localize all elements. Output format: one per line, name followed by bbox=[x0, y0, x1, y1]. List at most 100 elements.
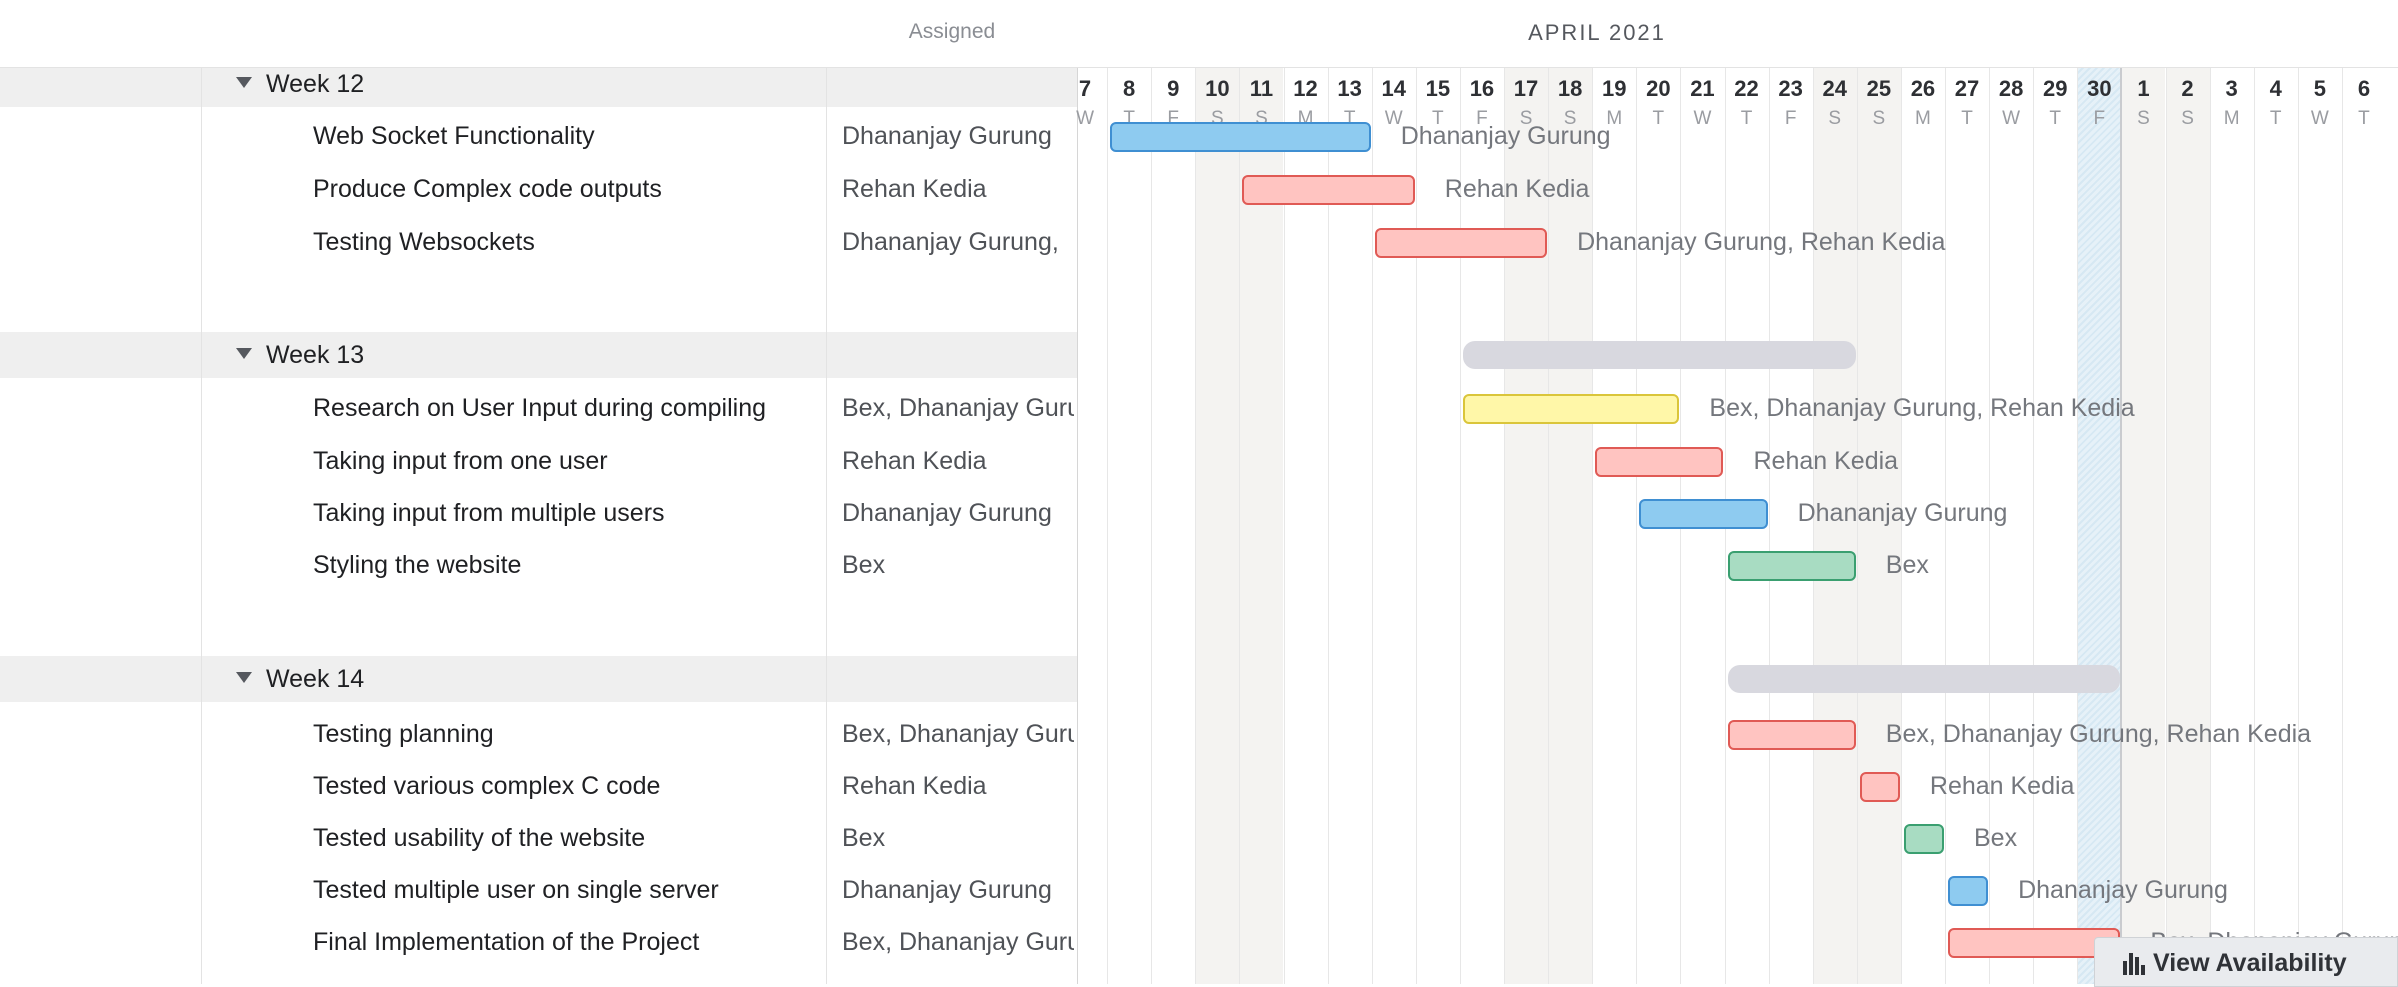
day-number: 1 bbox=[2137, 76, 2150, 101]
task-name[interactable]: Tested usability of the website bbox=[313, 824, 645, 853]
task-assignees[interactable]: Dhananjay Gurung bbox=[842, 499, 1074, 528]
task-bar[interactable] bbox=[1110, 122, 1371, 152]
day-number: 27 bbox=[1954, 76, 1980, 101]
day-weekday: T bbox=[2358, 108, 2370, 129]
task-bar[interactable] bbox=[1948, 876, 1989, 906]
day-number: 9 bbox=[1167, 76, 1180, 101]
task-name[interactable]: Testing Websockets bbox=[313, 228, 535, 257]
day-number: 25 bbox=[1866, 76, 1892, 101]
day-weekday: W bbox=[2002, 108, 2021, 129]
task-name[interactable]: Taking input from multiple users bbox=[313, 499, 665, 528]
day-weekday: T bbox=[1652, 108, 1665, 129]
task-name[interactable]: Taking input from one user bbox=[313, 447, 608, 476]
task-bar[interactable] bbox=[1727, 720, 1856, 750]
task-name[interactable]: Web Socket Functionality bbox=[313, 122, 595, 151]
group-row[interactable]: Week 14 bbox=[0, 656, 1077, 702]
assigned-column-header[interactable]: Assigned bbox=[826, 20, 1078, 44]
indent-divider bbox=[201, 0, 202, 984]
day-column bbox=[1415, 67, 1460, 984]
day-number: 8 bbox=[1123, 76, 1136, 101]
day-number: 28 bbox=[1998, 76, 2024, 101]
day-number: 11 bbox=[1249, 76, 1274, 101]
task-assignees[interactable]: Dhananjay Gurung bbox=[842, 876, 1074, 905]
task-name[interactable]: Testing planning bbox=[313, 720, 494, 749]
task-assignees[interactable]: Dhananjay Gurung, bbox=[842, 228, 1074, 257]
day-column bbox=[2297, 67, 2342, 984]
task-name[interactable]: Final Implementation of the Project bbox=[313, 928, 699, 957]
task-bar[interactable] bbox=[1859, 772, 1900, 802]
task-assignees[interactable]: Rehan Kedia bbox=[842, 772, 1074, 801]
day-number: 3 bbox=[2225, 76, 2238, 101]
task-assignees[interactable]: Dhananjay Gurung bbox=[842, 122, 1074, 151]
day-column bbox=[2253, 67, 2298, 984]
day-weekday: M bbox=[1915, 108, 1931, 129]
day-column bbox=[2341, 67, 2386, 984]
task-bar[interactable] bbox=[1242, 175, 1415, 205]
day-weekday: W bbox=[1693, 108, 1712, 129]
day-weekday: T bbox=[1961, 108, 1973, 129]
day-weekday: F bbox=[1784, 108, 1797, 129]
day-number: 19 bbox=[1601, 76, 1627, 101]
task-assignees[interactable]: Bex, Dhananjay Gurung, Rehan Kedia bbox=[842, 928, 1074, 957]
task-name[interactable]: Tested multiple user on single server bbox=[313, 876, 719, 905]
day-number: 6 bbox=[2357, 76, 2371, 101]
group-label: Week 12 bbox=[266, 70, 365, 98]
day-weekday: T bbox=[2049, 108, 2062, 129]
task-list-pane: Week 12 Web Socket Functionality Dhananjay… bbox=[0, 0, 1077, 984]
collapse-triangle-icon[interactable] bbox=[236, 672, 252, 683]
task-assignees[interactable]: Bex bbox=[842, 824, 1074, 853]
task-bar[interactable] bbox=[1727, 551, 1856, 581]
day-number: 7 bbox=[1078, 76, 1092, 101]
day-number: 5 bbox=[2313, 76, 2326, 101]
task-assignees[interactable]: Bex bbox=[842, 551, 1074, 580]
day-weekday: W bbox=[2310, 108, 2329, 129]
task-bar[interactable] bbox=[1639, 499, 1768, 529]
task-bar[interactable] bbox=[1903, 824, 1944, 854]
day-column bbox=[1077, 67, 1107, 984]
task-bar[interactable] bbox=[1595, 447, 1724, 477]
task-assignees[interactable]: Bex, Dhananjay Gurung, Rehan Kedia bbox=[842, 720, 1074, 749]
day-weekday: T bbox=[1740, 108, 1753, 129]
collapse-triangle-icon[interactable] bbox=[236, 77, 252, 88]
day-number: 26 bbox=[1910, 76, 1936, 101]
day-column bbox=[1195, 67, 1240, 984]
day-column bbox=[1151, 67, 1195, 984]
day-number: 15 bbox=[1425, 76, 1451, 101]
task-name[interactable]: Produce Complex code outputs bbox=[313, 175, 662, 204]
day-column bbox=[1459, 67, 1504, 984]
day-column bbox=[1504, 67, 1549, 984]
group-summary-bar[interactable] bbox=[1727, 665, 2121, 693]
view-availability-button[interactable]: View Availability bbox=[2094, 937, 2398, 987]
task-name[interactable]: Styling the website bbox=[313, 551, 521, 580]
group-summary-bar[interactable] bbox=[1462, 341, 1856, 369]
task-bar-label: Rehan Kedia bbox=[1444, 175, 1590, 203]
task-name[interactable]: Research on User Input during compiling bbox=[313, 394, 766, 423]
day-column bbox=[2077, 67, 2122, 984]
task-name[interactable]: Tested various complex C code bbox=[313, 772, 660, 801]
task-bar-label: Dhananjay Gurung, Rehan Kedia bbox=[1577, 228, 1946, 256]
group-label: Week 13 bbox=[266, 341, 365, 369]
task-assignees[interactable]: Rehan Kedia bbox=[842, 447, 1074, 476]
task-bar[interactable] bbox=[1374, 228, 1548, 258]
task-bar[interactable] bbox=[1462, 394, 1680, 424]
day-column bbox=[2209, 67, 2254, 984]
collapse-triangle-icon[interactable] bbox=[236, 348, 252, 359]
month-label: APRIL 2021 bbox=[1528, 20, 1666, 45]
day-weekday: S bbox=[1828, 108, 1842, 129]
day-weekday: S bbox=[2181, 108, 2194, 129]
day-number: 23 bbox=[1778, 76, 1803, 101]
group-row[interactable]: Week 13 bbox=[0, 332, 1077, 378]
task-bar-label: Rehan Kedia bbox=[1753, 447, 1899, 475]
day-number: 17 bbox=[1513, 76, 1539, 101]
task-bar-label: Bex, Dhananjay Gurung, Rehan Kedia bbox=[1885, 720, 2312, 748]
task-bar-label: Dhananjay Gurung bbox=[1400, 122, 1611, 150]
day-number: 4 bbox=[2269, 76, 2282, 101]
today-marker bbox=[2120, 0, 2123, 984]
task-assignees[interactable]: Bex, Dhananjay Gurung, Rehan Kedia bbox=[842, 394, 1074, 423]
task-assignees[interactable]: Rehan Kedia bbox=[842, 175, 1074, 204]
task-bar-label: Dhananjay Gurung bbox=[2018, 876, 2228, 904]
task-bar-label: Rehan Kedia bbox=[1929, 772, 2075, 800]
day-number: 30 bbox=[2087, 76, 2112, 101]
day-number: 21 bbox=[1690, 76, 1715, 101]
day-weekday: S bbox=[2137, 108, 2150, 129]
